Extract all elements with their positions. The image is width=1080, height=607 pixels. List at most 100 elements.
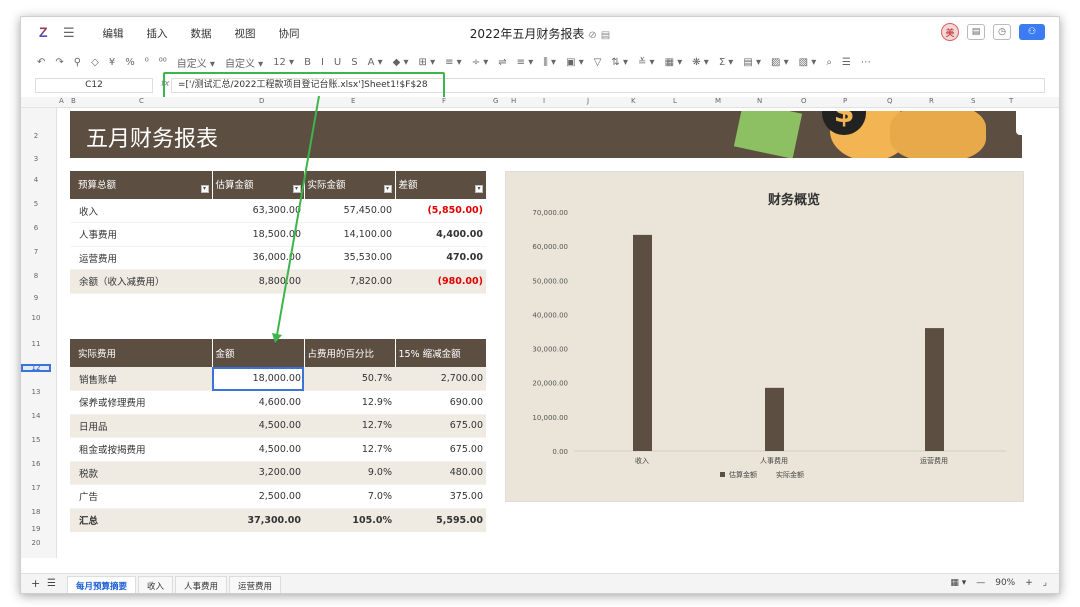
row-label[interactable]: 运营费用 xyxy=(70,246,212,270)
estimate-cell[interactable]: 36,000.00 xyxy=(212,246,304,270)
row-header[interactable]: 12 xyxy=(21,364,51,372)
toolbar-button[interactable]: ▧ ▾ xyxy=(799,57,817,68)
reduction-cell[interactable]: 675.00 xyxy=(395,437,486,462)
header-diff[interactable]: 差额 ▾ xyxy=(394,171,486,199)
avatar[interactable]: 美 xyxy=(941,23,959,41)
toolbar-button[interactable]: 12 ▾ xyxy=(273,57,294,68)
amount-cell[interactable]: 2,500.00 xyxy=(212,484,304,509)
row-header[interactable]: 9 xyxy=(21,294,51,302)
row-header[interactable]: 11 xyxy=(21,340,51,348)
zoom-level[interactable]: 90% xyxy=(995,578,1015,588)
toolbar-button[interactable]: ▦ ▾ xyxy=(665,57,683,68)
row-label[interactable]: 销售账单 xyxy=(70,367,212,391)
toolbar-button[interactable]: ⁰ xyxy=(145,57,149,68)
add-sheet-icon[interactable]: + xyxy=(31,577,40,590)
toolbar-button[interactable]: ⌕ xyxy=(826,57,832,68)
toolbar-button[interactable]: S xyxy=(351,57,357,68)
actual-cell[interactable]: 35,530.00 xyxy=(304,246,395,270)
doc-icon[interactable]: ▤ xyxy=(601,30,610,41)
cell-reference-box[interactable]: C12 xyxy=(35,78,153,93)
legend-actual[interactable]: 实际金额 xyxy=(776,470,804,479)
toolbar-button[interactable]: I xyxy=(321,57,324,68)
percent-cell[interactable]: 50.7% xyxy=(304,367,395,391)
column-header[interactable]: P xyxy=(843,97,847,105)
row-label[interactable]: 广告 xyxy=(70,484,212,509)
diff-cell[interactable]: 470.00 xyxy=(395,246,486,270)
sheet-tab[interactable]: 收入 xyxy=(138,576,174,593)
column-header[interactable]: N xyxy=(757,97,762,105)
row-header[interactable]: 13 xyxy=(21,388,51,396)
sheet-list-icon[interactable]: ☰ xyxy=(47,578,56,589)
toolbar-button[interactable]: ⚲ xyxy=(74,57,81,68)
diff-cell[interactable]: 4,400.00 xyxy=(395,222,486,247)
amount-cell[interactable]: 4,600.00 xyxy=(212,390,304,415)
toolbar-button[interactable]: ÷ ▾ xyxy=(472,57,489,68)
toolbar-button[interactable]: Σ ▾ xyxy=(719,57,734,68)
row-header[interactable]: 17 xyxy=(21,484,51,492)
column-header[interactable]: L xyxy=(673,97,677,105)
row-header[interactable]: 18 xyxy=(21,508,51,516)
toolbar-button[interactable]: 自定义 ▾ xyxy=(225,55,263,70)
column-header[interactable]: O xyxy=(801,97,807,105)
toolbar-button[interactable]: 自定义 ▾ xyxy=(177,55,215,70)
row-label[interactable]: 收入 xyxy=(70,199,212,223)
toolbar-button[interactable]: ≡ ▾ xyxy=(517,57,534,68)
column-header[interactable]: Q xyxy=(887,97,893,105)
percent-cell[interactable]: 7.0% xyxy=(304,484,395,509)
column-header[interactable]: B xyxy=(71,97,76,105)
header-amount[interactable]: 金额 xyxy=(211,339,304,367)
total-label[interactable]: 汇总 xyxy=(70,508,212,532)
column-header[interactable]: I xyxy=(543,97,545,105)
header-estimate[interactable]: 估算金额 ▾ xyxy=(211,171,304,199)
column-header[interactable]: J xyxy=(587,97,589,105)
amount-cell[interactable]: 18,000.00 xyxy=(212,367,304,391)
actual-cell[interactable]: 57,450.00 xyxy=(304,199,395,223)
filter-icon[interactable]: ▾ xyxy=(475,185,483,193)
toolbar-button[interactable]: ≡ ▾ xyxy=(445,57,462,68)
comment-icon[interactable]: ▤ xyxy=(967,24,985,40)
bar-estimate[interactable] xyxy=(633,234,652,451)
estimate-cell[interactable]: 8,800.00 xyxy=(212,269,304,294)
amount-cell[interactable]: 4,500.00 xyxy=(212,414,304,438)
column-header[interactable]: T xyxy=(1009,97,1013,105)
row-header[interactable]: 19 xyxy=(21,525,51,533)
column-header[interactable]: S xyxy=(971,97,975,105)
toolbar-button[interactable]: ◆ ▾ xyxy=(393,57,409,68)
reduction-cell[interactable]: 2,700.00 xyxy=(395,367,486,391)
row-label[interactable]: 保养或修理费用 xyxy=(70,390,212,415)
header-budget-total[interactable]: 预算总额 ▾ xyxy=(70,171,212,199)
toolbar-button[interactable]: ⁰⁰ xyxy=(159,57,167,68)
toolbar-button[interactable]: ≚ ▾ xyxy=(638,57,655,68)
legend-estimate[interactable]: 估算金额 xyxy=(729,470,757,479)
row-header[interactable]: 5 xyxy=(21,200,51,208)
toolbar-button[interactable]: B xyxy=(304,57,311,68)
sheet-tab[interactable]: 人事费用 xyxy=(175,576,228,593)
reduction-cell[interactable]: 690.00 xyxy=(395,390,486,415)
row-header[interactable]: 7 xyxy=(21,248,51,256)
toolbar-button[interactable]: ⇅ ▾ xyxy=(611,57,628,68)
column-header[interactable]: R xyxy=(929,97,934,105)
row-header[interactable]: 2 xyxy=(21,132,51,140)
amount-cell[interactable]: 4,500.00 xyxy=(212,437,304,462)
amount-cell[interactable]: 3,200.00 xyxy=(212,461,304,485)
fit-icon[interactable]: ⌟ xyxy=(1043,578,1047,588)
column-header[interactable]: K xyxy=(631,97,636,105)
toolbar-button[interactable]: ↷ xyxy=(55,57,63,68)
header-actual[interactable]: 实际金额 ▾ xyxy=(303,171,395,199)
percent-cell[interactable]: 12.7% xyxy=(304,414,395,438)
percent-cell[interactable]: 12.9% xyxy=(304,390,395,415)
toolbar-button[interactable]: % xyxy=(125,57,135,68)
filter-icon[interactable]: ▾ xyxy=(200,185,209,193)
toolbar-button[interactable]: U xyxy=(334,57,341,68)
estimate-cell[interactable]: 18,500.00 xyxy=(212,222,304,247)
row-header[interactable]: 4 xyxy=(21,176,51,184)
column-header[interactable]: A xyxy=(59,97,64,105)
bar-estimate[interactable] xyxy=(765,387,784,451)
filter-icon[interactable]: ▾ xyxy=(292,185,301,193)
column-header[interactable]: F xyxy=(442,97,446,105)
row-header[interactable]: 15 xyxy=(21,436,51,444)
column-header[interactable]: D xyxy=(259,97,264,105)
toolbar-button[interactable]: A ▾ xyxy=(368,57,383,68)
bar-estimate[interactable] xyxy=(925,328,944,451)
reduction-cell[interactable]: 375.00 xyxy=(395,484,486,509)
